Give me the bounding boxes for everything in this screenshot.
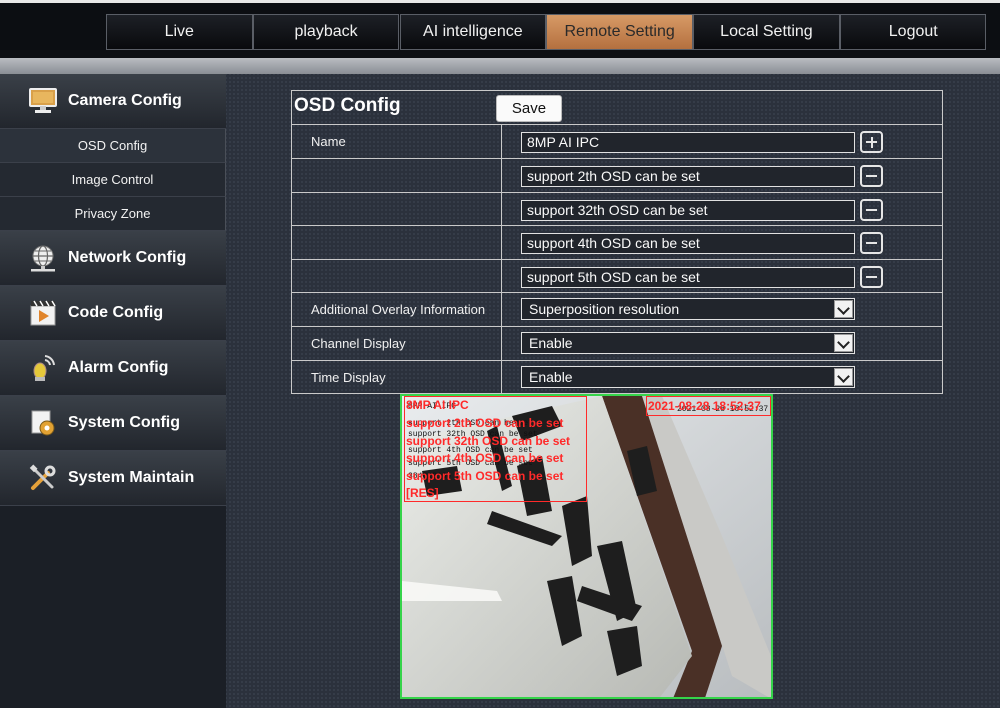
channel-display-select[interactable]: Enable — [521, 332, 855, 354]
nav-logout[interactable]: Logout — [839, 14, 987, 50]
sidebar-group-label: Code Config — [68, 304, 164, 321]
sidebar-group-alarm-config[interactable]: Alarm Config — [0, 341, 226, 396]
sidebar-group-camera-config[interactable]: Camera Config — [0, 74, 226, 129]
sidebar-item-osd-config[interactable]: OSD Config — [0, 129, 226, 163]
overlay-select[interactable]: Superposition resolution — [521, 298, 855, 320]
osd-row-line-5: support 5th OSD can be set — [292, 259, 942, 293]
channel-display-label: Channel Display — [292, 327, 502, 360]
gear-document-icon — [26, 406, 60, 440]
sidebar-group-system-config[interactable]: System Config — [0, 396, 226, 451]
osd-row-label — [292, 159, 502, 192]
osd-row-time: Time Display Enable — [292, 360, 942, 394]
name-input[interactable]: 8MP AI IPC — [521, 132, 855, 153]
chevron-down-icon[interactable] — [834, 334, 853, 352]
remove-osd-line-button[interactable] — [860, 165, 883, 187]
time-display-select[interactable]: Enable — [521, 366, 855, 388]
osd-row-label — [292, 226, 502, 259]
nav-live[interactable]: Live — [106, 14, 253, 50]
monitor-icon — [26, 84, 60, 118]
sidebar-group-label: Alarm Config — [68, 359, 169, 376]
osd-red-line-2: support 2th OSD can be set — [406, 416, 564, 430]
sidebar: Camera Config OSD Config Image Control P… — [0, 74, 226, 708]
remove-osd-line-button[interactable] — [860, 232, 883, 254]
sidebar-item-privacy-zone[interactable]: Privacy Zone — [0, 197, 226, 231]
osd-time-region[interactable]: 2021-08-28 18:52:37 — [646, 396, 771, 416]
top-navigation-bar: Live playback AI intelligence Remote Set… — [0, 0, 1000, 58]
osd-row-channel: Channel Display Enable — [292, 326, 942, 360]
main-nav: Live playback AI intelligence Remote Set… — [106, 14, 987, 50]
sidebar-group-label: Network Config — [68, 249, 187, 266]
osd-text-region[interactable]: 8MP AI IPC support 2th OSD can be set su… — [404, 396, 587, 502]
osd-row-overlay: Additional Overlay Information Superposi… — [292, 292, 942, 326]
name-label: Name — [292, 125, 502, 158]
remove-osd-line-button[interactable] — [860, 199, 883, 221]
nav-ai-intelligence[interactable]: AI intelligence — [399, 14, 547, 50]
remove-osd-line-button[interactable] — [860, 266, 883, 288]
osd-row-line-3: support 32th OSD can be set — [292, 192, 942, 226]
osd-red-res: [RES] — [406, 486, 439, 500]
chevron-down-icon[interactable] — [834, 300, 853, 318]
sidebar-group-label: Camera Config — [68, 92, 182, 109]
sidebar-item-image-control[interactable]: Image Control — [0, 163, 226, 197]
osd-red-line-5: support 5th OSD can be set — [406, 469, 564, 483]
save-button[interactable]: Save — [496, 95, 562, 122]
chevron-down-icon[interactable] — [834, 368, 853, 386]
overlay-select-value: Superposition resolution — [529, 301, 680, 317]
sidebar-group-label: System Maintain — [68, 469, 195, 486]
sidebar-group-label: System Config — [68, 414, 181, 431]
video-clapper-icon — [26, 296, 60, 330]
osd-row-label — [292, 260, 502, 293]
time-display-value: Enable — [529, 369, 573, 385]
osd-row-name: Name 8MP AI IPC — [292, 124, 942, 158]
sidebar-group-code-config[interactable]: Code Config — [0, 286, 226, 341]
alarm-siren-icon — [26, 351, 60, 385]
sidebar-group-network-config[interactable]: Network Config — [0, 231, 226, 286]
nav-playback[interactable]: playback — [252, 14, 400, 50]
osd-row-line-2: support 2th OSD can be set — [292, 158, 942, 192]
osd-line-4-input[interactable]: support 4th OSD can be set — [521, 233, 855, 254]
header-divider — [0, 58, 1000, 74]
add-osd-line-button[interactable] — [860, 131, 883, 153]
osd-red-name: 8MP AI IPC — [406, 398, 469, 412]
osd-red-timestamp: 2021-08-28 18:52:37 — [648, 399, 761, 413]
page-title: OSD Config — [294, 95, 401, 116]
osd-row-label — [292, 193, 502, 226]
tools-icon — [26, 461, 60, 495]
osd-line-2-input[interactable]: support 2th OSD can be set — [521, 166, 855, 187]
sidebar-group-system-maintain[interactable]: System Maintain — [0, 451, 226, 506]
time-display-label: Time Display — [292, 361, 502, 394]
nav-local-setting[interactable]: Local Setting — [693, 14, 840, 50]
overlay-label: Additional Overlay Information — [292, 293, 502, 326]
channel-display-value: Enable — [529, 335, 573, 351]
osd-red-line-3: support 32th OSD can be set — [406, 434, 571, 448]
osd-row-line-4: support 4th OSD can be set — [292, 225, 942, 259]
osd-line-5-input[interactable]: support 5th OSD can be set — [521, 267, 855, 288]
osd-config-panel: OSD Config Save Name 8MP AI IPC support … — [291, 90, 943, 394]
osd-preview[interactable]: 8MP AI IPC support 2th OSD can be set su… — [400, 394, 773, 699]
osd-red-line-4: support 4th OSD can be set — [406, 451, 564, 465]
osd-line-3-input[interactable]: support 32th OSD can be set — [521, 200, 855, 221]
nav-remote-setting[interactable]: Remote Setting — [546, 14, 693, 50]
globe-network-icon — [26, 241, 60, 275]
